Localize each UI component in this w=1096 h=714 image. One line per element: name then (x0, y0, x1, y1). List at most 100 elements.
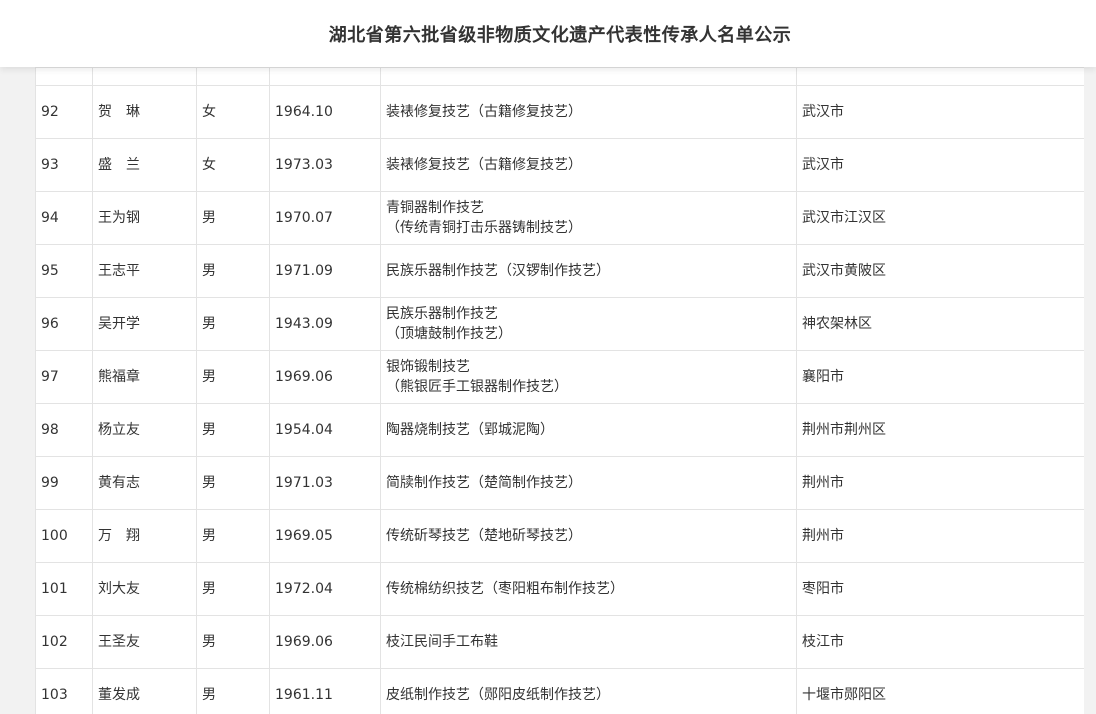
cell-gender: 女 (196, 85, 270, 139)
cell-no: 102 (35, 615, 93, 669)
cell-birth: 1964.10 (269, 85, 381, 139)
table-row: 95 王志平男 1971.09 民族乐器制作技艺（汉锣制作技艺） 武汉市黄陂区 (35, 244, 1084, 298)
cell-gender: 男 (196, 668, 270, 714)
table-row: 93 盛 兰女 1973.03 装裱修复技艺（古籍修复技艺） 武汉市 (35, 138, 1084, 192)
inheritor-table: 92 贺 琳女 1964.10 装裱修复技艺（古籍修复技艺） 武汉市 93 盛 兰女 1973… (35, 67, 1084, 714)
cell-name: 盛 兰 (92, 138, 197, 192)
project-line: 枝江民间手工布鞋 (386, 634, 498, 650)
project-line: 青铜器制作技艺 (386, 200, 484, 216)
table-row: 92 贺 琳女 1964.10 装裱修复技艺（古籍修复技艺） 武汉市 (35, 85, 1084, 139)
project-line: 装裱修复技艺（古籍修复技艺） (386, 157, 582, 173)
cell-birth: 1943.09 (269, 297, 381, 351)
cell-no: 100 (35, 509, 93, 563)
project-line: 传统棉纺织技艺（枣阳粗布制作技艺） (386, 581, 624, 597)
cell-no: 96 (35, 297, 93, 351)
cell-gender: 男 (196, 562, 270, 616)
cell-name: 杨立友 (92, 403, 197, 457)
cell-name: 王圣友 (92, 615, 197, 669)
cell-name: 王志平 (92, 244, 197, 298)
project-line: 传统斫琴技艺（楚地斫琴技艺） (386, 528, 582, 544)
cell-gender: 男 (196, 509, 270, 563)
table-row: 101 刘大友男 1972.04 传统棉纺织技艺（枣阳粗布制作技艺） 枣阳市 (35, 562, 1084, 616)
cell-region: 荆州市 (796, 456, 1084, 510)
cell-region: 武汉市 (796, 138, 1084, 192)
cell-region: 荆州市荆州区 (796, 403, 1084, 457)
table-row: 94 王为钢男 1970.07 青铜器制作技艺 （传统青铜打击乐器铸制技艺） 武汉市江汉区 (35, 191, 1084, 245)
cell-birth: 1971.09 (269, 244, 381, 298)
page-title: 湖北省第六批省级非物质文化遗产代表性传承人名单公示 (328, 24, 792, 46)
cell-no: 94 (35, 191, 93, 245)
cell-name: 熊福章 (92, 350, 197, 404)
cell-region: 神农架林区 (796, 297, 1084, 351)
cell-region: 武汉市江汉区 (796, 191, 1084, 245)
cell-name: 万 翔 (92, 509, 197, 563)
cell-no: 95 (35, 244, 93, 298)
cell-birth: 1969.05 (269, 509, 381, 563)
project-line: （传统青铜打击乐器铸制技艺） (386, 220, 582, 236)
table-row-partial (35, 67, 1084, 86)
project-line: 民族乐器制作技艺 (386, 306, 498, 322)
project-line: 银饰锻制技艺 (386, 359, 470, 375)
project-line: （熊银匠手工银器制作技艺） (386, 379, 568, 395)
cell-project: 陶器烧制技艺（郢城泥陶） (380, 403, 797, 457)
cell-no: 99 (35, 456, 93, 510)
project-line: （顶塘鼓制作技艺） (386, 326, 512, 342)
cell-gender: 男 (196, 615, 270, 669)
cell-gender: 男 (196, 403, 270, 457)
cell-project: 民族乐器制作技艺 （顶塘鼓制作技艺） (380, 297, 797, 351)
cell-project: 传统斫琴技艺（楚地斫琴技艺） (380, 509, 797, 563)
cell-project: 装裱修复技艺（古籍修复技艺） (380, 138, 797, 192)
cell-region: 十堰市郧阳区 (796, 668, 1084, 714)
table-row: 96 吴开学男 1943.09 民族乐器制作技艺 （顶塘鼓制作技艺） 神农架林区 (35, 297, 1084, 351)
cell-name: 贺 琳 (92, 85, 197, 139)
cell-birth: 1971.03 (269, 456, 381, 510)
table-row: 102 王圣友男 1969.06 枝江民间手工布鞋 枝江市 (35, 615, 1084, 669)
cell-birth: 1969.06 (269, 615, 381, 669)
cell-project: 皮纸制作技艺（郧阳皮纸制作技艺） (380, 668, 797, 714)
cell-project: 银饰锻制技艺 （熊银匠手工银器制作技艺） (380, 350, 797, 404)
cell-no: 93 (35, 138, 93, 192)
table-row: 103 董发成男 1961.11 皮纸制作技艺（郧阳皮纸制作技艺） 十堰市郧阳区 (35, 668, 1084, 714)
cell-gender: 男 (196, 350, 270, 404)
cell-project: 装裱修复技艺（古籍修复技艺） (380, 85, 797, 139)
cell-no: 97 (35, 350, 93, 404)
cell-gender: 男 (196, 456, 270, 510)
cell-gender: 男 (196, 244, 270, 298)
project-line: 陶器烧制技艺（郢城泥陶） (386, 422, 554, 438)
cell-region: 武汉市 (796, 85, 1084, 139)
cell-birth: 1973.03 (269, 138, 381, 192)
project-line: 民族乐器制作技艺（汉锣制作技艺） (386, 263, 610, 279)
table-row: 97 熊福章男 1969.06 银饰锻制技艺 （熊银匠手工银器制作技艺） 襄阳市 (35, 350, 1084, 404)
cell-name: 黄有志 (92, 456, 197, 510)
cell-birth: 1954.04 (269, 403, 381, 457)
cell-region: 枝江市 (796, 615, 1084, 669)
cell-region: 荆州市 (796, 509, 1084, 563)
cell-birth: 1969.06 (269, 350, 381, 404)
table-row: 99 黄有志男 1971.03 简牍制作技艺（楚简制作技艺） 荆州市 (35, 456, 1084, 510)
cell-name: 王为钢 (92, 191, 197, 245)
cell-region: 襄阳市 (796, 350, 1084, 404)
cell-region: 武汉市黄陂区 (796, 244, 1084, 298)
cell-project: 传统棉纺织技艺（枣阳粗布制作技艺） (380, 562, 797, 616)
cell-gender: 男 (196, 297, 270, 351)
cell-birth: 1961.11 (269, 668, 381, 714)
cell-project: 青铜器制作技艺 （传统青铜打击乐器铸制技艺） (380, 191, 797, 245)
cell-project: 民族乐器制作技艺（汉锣制作技艺） (380, 244, 797, 298)
table-container[interactable]: 92 贺 琳女 1964.10 装裱修复技艺（古籍修复技艺） 武汉市 93 盛 兰女 1973… (35, 67, 1084, 714)
cell-project: 简牍制作技艺（楚简制作技艺） (380, 456, 797, 510)
table-row: 98 杨立友男 1954.04 陶器烧制技艺（郢城泥陶） 荆州市荆州区 (35, 403, 1084, 457)
cell-birth: 1970.07 (269, 191, 381, 245)
cell-no: 103 (35, 668, 93, 714)
project-line: 装裱修复技艺（古籍修复技艺） (386, 104, 582, 120)
page-header: 湖北省第六批省级非物质文化遗产代表性传承人名单公示 (0, 0, 1096, 67)
cell-name: 刘大友 (92, 562, 197, 616)
cell-project: 枝江民间手工布鞋 (380, 615, 797, 669)
cell-name: 董发成 (92, 668, 197, 714)
cell-birth: 1972.04 (269, 562, 381, 616)
project-line: 皮纸制作技艺（郧阳皮纸制作技艺） (386, 687, 610, 703)
cell-no: 98 (35, 403, 93, 457)
cell-gender: 女 (196, 138, 270, 192)
cell-region: 枣阳市 (796, 562, 1084, 616)
project-line: 简牍制作技艺（楚简制作技艺） (386, 475, 582, 491)
cell-no: 101 (35, 562, 93, 616)
